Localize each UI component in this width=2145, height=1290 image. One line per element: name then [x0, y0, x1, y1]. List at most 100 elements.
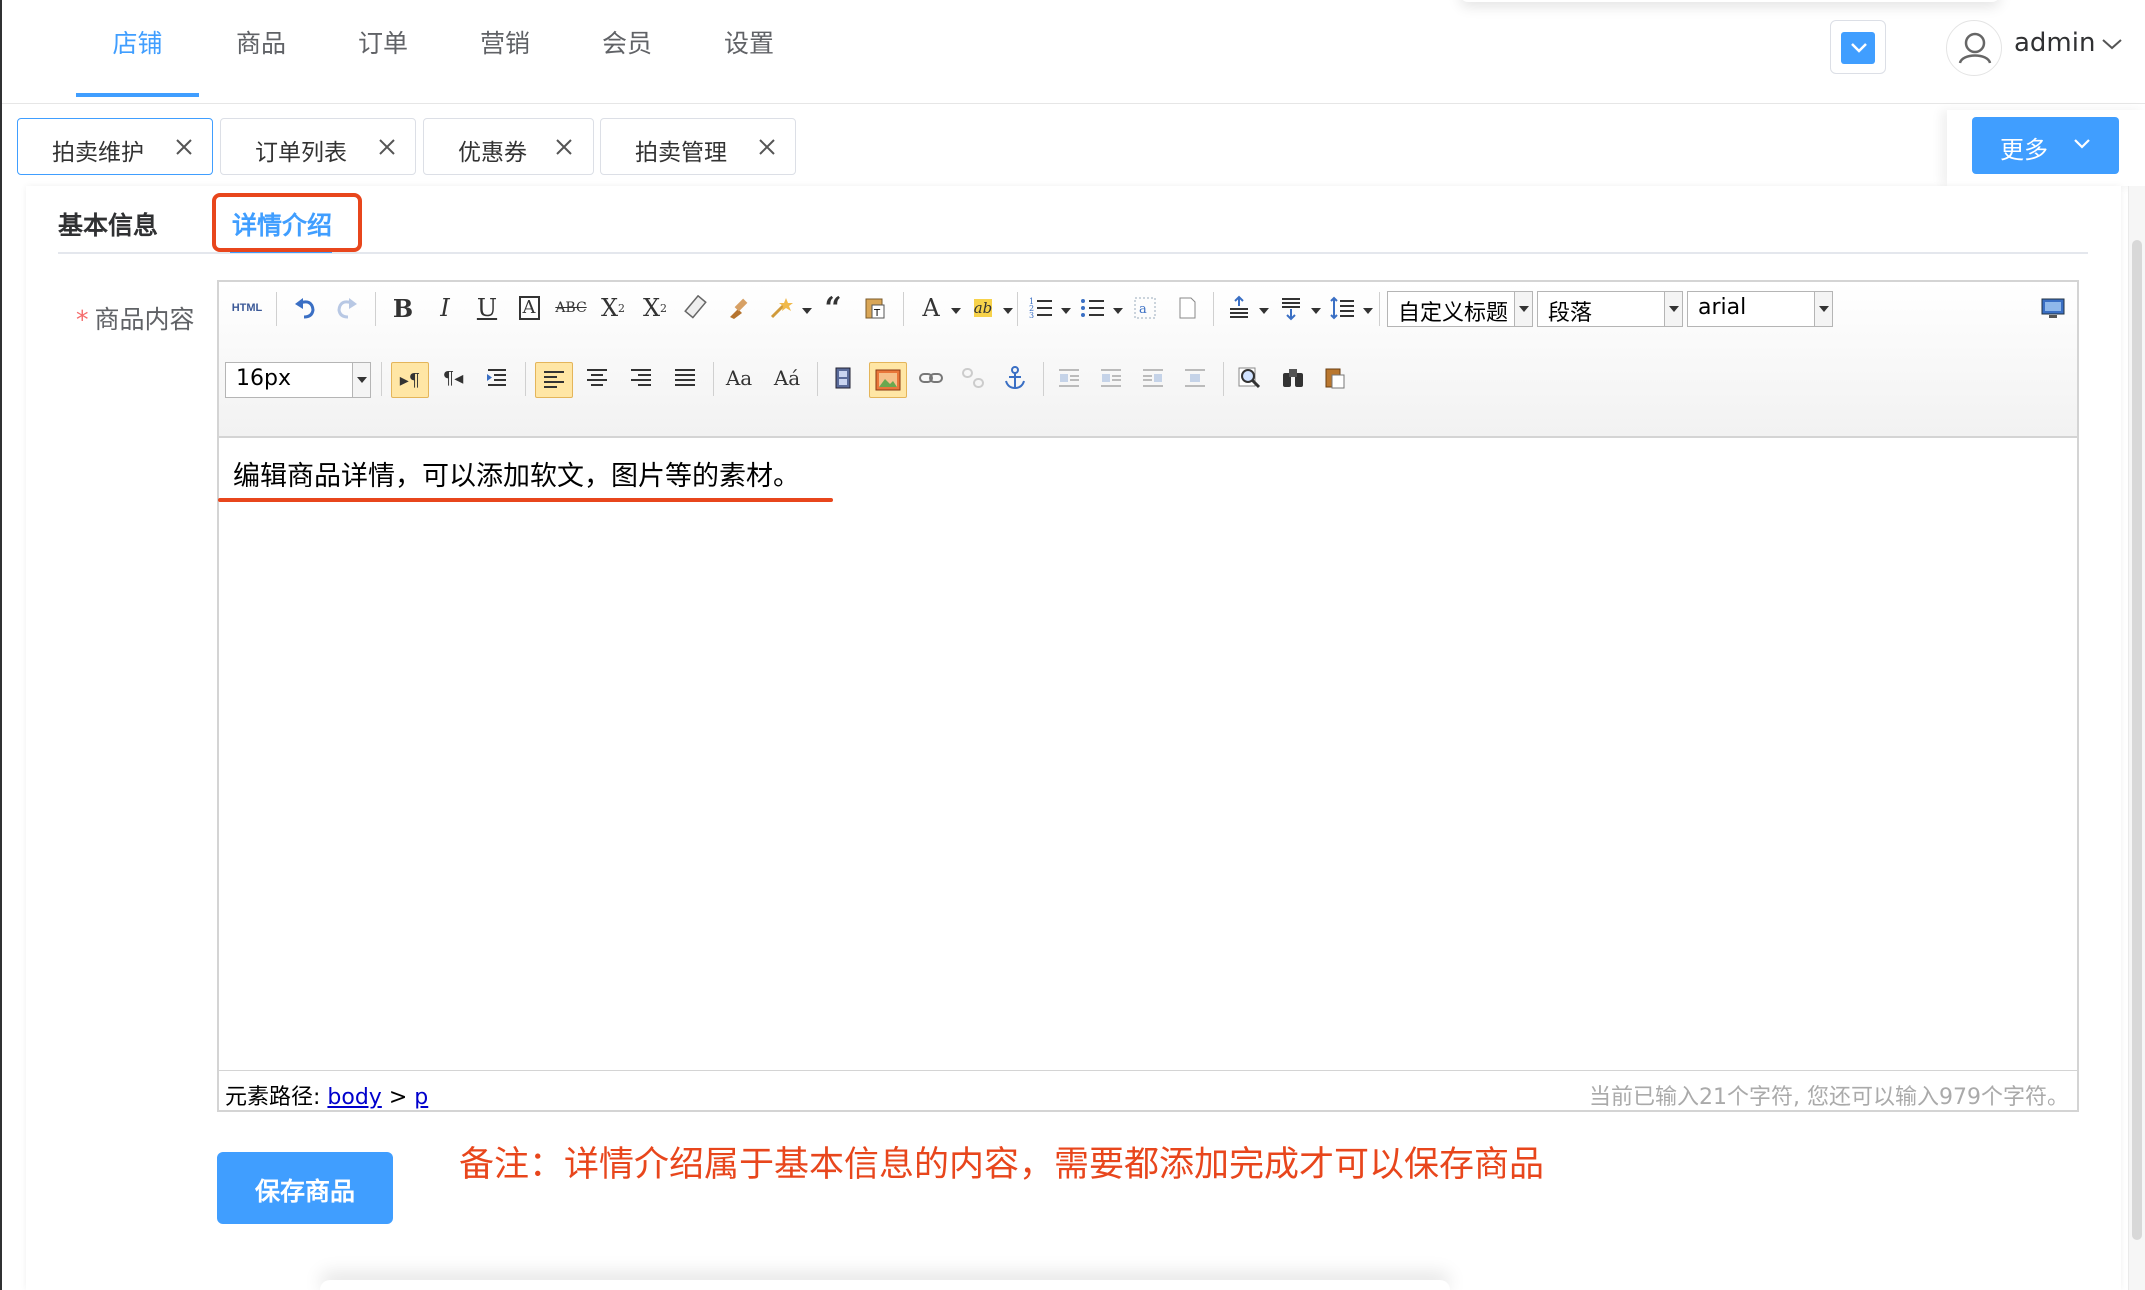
- scrollbar-thumb[interactable]: [2132, 240, 2142, 1240]
- image-icon[interactable]: [869, 362, 907, 398]
- nav-item-marketing[interactable]: 营销: [466, 0, 544, 100]
- html-source-button[interactable]: HTML: [227, 292, 267, 324]
- heading-style-select[interactable]: 自定义标题: [1387, 291, 1533, 327]
- font-color-icon[interactable]: A: [915, 292, 947, 324]
- undo-icon[interactable]: [289, 292, 321, 324]
- save-goods-button[interactable]: 保存商品: [217, 1152, 393, 1224]
- quick-menu-button[interactable]: [1830, 20, 1886, 74]
- row-spacing-bottom-icon[interactable]: [1275, 292, 1307, 324]
- toolbar-separator: [1043, 362, 1044, 396]
- indent-icon[interactable]: [481, 362, 513, 394]
- dropdown-arrow-icon[interactable]: [1113, 308, 1123, 314]
- underline-annotation: [218, 498, 833, 502]
- image-float-none-icon[interactable]: [1053, 362, 1085, 394]
- uppercase-icon[interactable]: Aa: [723, 362, 755, 394]
- anchor-icon[interactable]: [999, 362, 1031, 394]
- path-link-body[interactable]: body: [327, 1085, 381, 1110]
- line-height-icon[interactable]: [1327, 292, 1359, 324]
- image-center-icon[interactable]: [1179, 362, 1211, 394]
- subscript-icon[interactable]: X2: [639, 292, 671, 324]
- rtl-direction-icon[interactable]: ¶◂: [437, 362, 469, 394]
- subtab-basic-info[interactable]: 基本信息: [58, 206, 158, 242]
- dropdown-arrow-icon[interactable]: [1311, 308, 1321, 314]
- italic-icon[interactable]: I: [429, 292, 461, 324]
- nav-item-goods[interactable]: 商品: [222, 0, 300, 100]
- align-center-icon[interactable]: [581, 362, 613, 394]
- row-spacing-top-icon[interactable]: [1223, 292, 1255, 324]
- align-justify-icon[interactable]: [669, 362, 701, 394]
- video-icon[interactable]: [827, 362, 859, 394]
- fullscreen-icon[interactable]: [2037, 292, 2069, 324]
- search-replace-icon[interactable]: [1277, 362, 1309, 394]
- avatar[interactable]: [1946, 20, 2002, 76]
- paragraph-format-value: 段落: [1548, 301, 1593, 326]
- dropdown-arrow-icon[interactable]: [951, 308, 961, 314]
- nav-item-shop[interactable]: 店铺: [76, 0, 199, 100]
- unordered-list-icon[interactable]: [1077, 292, 1109, 324]
- dropdown-arrow-icon[interactable]: [1003, 308, 1013, 314]
- chevron-down-icon: [1514, 292, 1532, 326]
- blank-page-icon[interactable]: [1171, 292, 1203, 324]
- superscript-icon[interactable]: X2: [597, 292, 629, 324]
- annotation-note: 备注：详情介绍属于基本信息的内容，需要都添加完成才可以保存商品: [459, 1145, 1545, 1185]
- image-float-right-icon[interactable]: [1137, 362, 1169, 394]
- toolbar-separator: [903, 292, 904, 326]
- eraser-icon[interactable]: [681, 292, 713, 324]
- ltr-direction-icon[interactable]: ▸¶: [391, 362, 429, 398]
- preview-icon[interactable]: [1233, 362, 1265, 394]
- editor-body-text[interactable]: 编辑商品详情，可以添加软文，图片等的素材。: [233, 454, 800, 493]
- background-color-icon[interactable]: ab: [967, 292, 999, 324]
- tab-auction-maintain[interactable]: 拍卖维护: [17, 118, 213, 175]
- unlink-icon[interactable]: [957, 362, 989, 394]
- tab-coupons[interactable]: 优惠券: [423, 118, 594, 175]
- chevron-down-icon: [1664, 292, 1682, 326]
- close-icon[interactable]: [552, 135, 576, 159]
- nav-item-members[interactable]: 会员: [588, 0, 666, 100]
- strikethrough-icon[interactable]: ABC: [555, 292, 587, 324]
- chevron-down-icon: [1814, 292, 1832, 326]
- redo-icon[interactable]: [331, 292, 363, 324]
- email-link-icon[interactable]: a: [1129, 292, 1161, 324]
- editor-content-area[interactable]: 编辑商品详情，可以添加软文，图片等的素材。: [219, 438, 2077, 1070]
- align-right-icon[interactable]: [625, 362, 657, 394]
- lowercase-icon[interactable]: Aá: [771, 362, 803, 394]
- dropdown-arrow-icon[interactable]: [1259, 308, 1269, 314]
- toolbar-separator: [381, 362, 382, 396]
- toolbar-separator: [1017, 292, 1018, 326]
- image-float-left-icon[interactable]: [1095, 362, 1127, 394]
- path-link-p[interactable]: p: [414, 1085, 428, 1110]
- font-border-icon[interactable]: A: [513, 292, 545, 324]
- close-icon[interactable]: [375, 135, 399, 159]
- dropdown-arrow-icon[interactable]: [1061, 308, 1071, 314]
- ordered-list-icon[interactable]: 123: [1025, 292, 1057, 324]
- link-icon[interactable]: [915, 362, 947, 394]
- nav-item-orders[interactable]: 订单: [344, 0, 422, 100]
- chevron-down-icon: [1851, 43, 1867, 53]
- dropdown-arrow-icon[interactable]: [1363, 308, 1373, 314]
- close-icon[interactable]: [172, 135, 196, 159]
- username[interactable]: admin: [2014, 28, 2095, 58]
- save-goods-label: 保存商品: [255, 1178, 356, 1206]
- auto-format-icon[interactable]: [765, 292, 797, 324]
- font-size-select[interactable]: 16px: [225, 362, 371, 398]
- nav-active-underline: [76, 93, 199, 97]
- paste-plain-icon[interactable]: T: [859, 292, 891, 324]
- align-left-icon[interactable]: [535, 362, 573, 398]
- dropdown-arrow-icon[interactable]: [802, 308, 812, 314]
- bold-icon[interactable]: B: [387, 292, 419, 324]
- content-label: 商品内容: [94, 305, 195, 334]
- paste-icon[interactable]: [1319, 362, 1351, 394]
- font-family-select[interactable]: arial: [1687, 291, 1833, 327]
- top-navigation: 店铺 商品 订单 营销 会员 设置: [0, 0, 2145, 104]
- paragraph-format-select[interactable]: 段落: [1537, 291, 1683, 327]
- tab-order-list[interactable]: 订单列表: [220, 118, 416, 175]
- tab-auction-manage[interactable]: 拍卖管理: [600, 118, 796, 175]
- element-path-label: 元素路径:: [225, 1085, 321, 1110]
- more-button[interactable]: 更多: [1972, 117, 2119, 174]
- close-icon[interactable]: [755, 135, 779, 159]
- blockquote-icon[interactable]: “: [817, 291, 849, 326]
- underline-icon[interactable]: U: [471, 292, 503, 324]
- chevron-down-icon[interactable]: [2100, 34, 2124, 54]
- nav-item-settings[interactable]: 设置: [710, 0, 788, 100]
- format-brush-icon[interactable]: [723, 292, 755, 324]
